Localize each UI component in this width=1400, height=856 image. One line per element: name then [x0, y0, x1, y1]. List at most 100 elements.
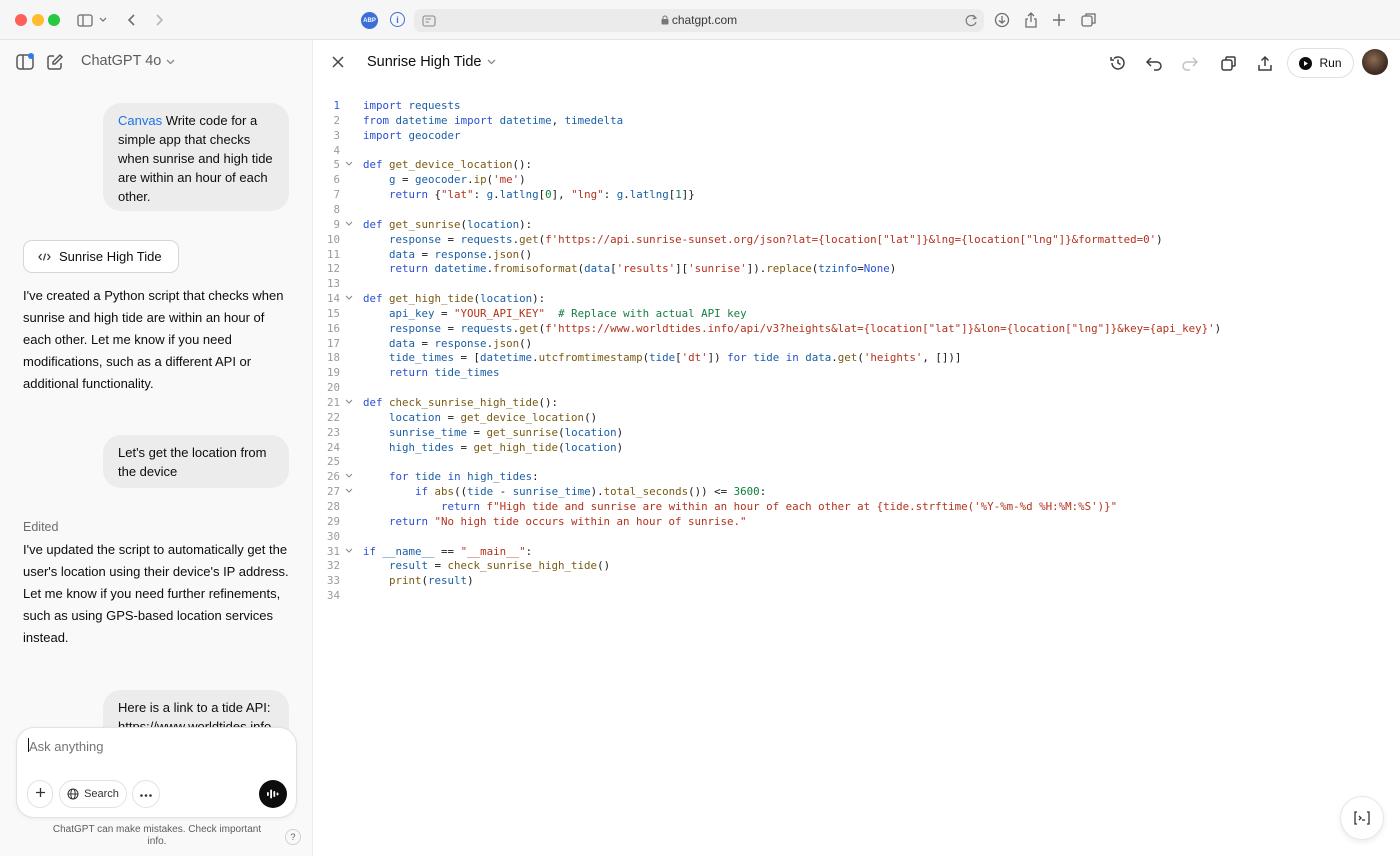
tab-overview-icon[interactable] [1078, 10, 1100, 30]
code-line[interactable]: 21 def check_sunrise_high_tide(): [313, 395, 1400, 410]
canvas-open-button[interactable]: Sunrise High Tide [23, 240, 179, 273]
code-line[interactable]: 15 api_key = "YOUR_API_KEY" # Replace wi… [313, 306, 1400, 321]
attach-button[interactable] [27, 780, 53, 808]
code-line[interactable]: 1 import requests [313, 98, 1400, 113]
address-bar[interactable]: chatgpt.com [414, 9, 984, 32]
fold-chevron-icon[interactable] [345, 217, 353, 232]
line-number: 31 [326, 544, 340, 558]
chevron-down-icon [487, 59, 496, 65]
more-options-button[interactable] [132, 780, 160, 808]
fold-chevron-icon[interactable] [345, 484, 353, 499]
code-text: def get_sunrise(location): [363, 217, 533, 231]
fold-chevron-icon[interactable] [345, 291, 353, 306]
fold-chevron-icon[interactable] [345, 469, 353, 484]
line-number: 25 [326, 455, 340, 469]
code-text: return {"lat": g.latlng[0], "lng": g.lat… [389, 188, 695, 202]
code-text: import requests [363, 99, 461, 112]
close-window-button[interactable] [15, 14, 27, 26]
copy-icon[interactable] [1217, 52, 1239, 74]
chevron-down-icon[interactable] [98, 10, 108, 30]
line-number: 21 [326, 396, 340, 409]
code-line[interactable]: 12 return datetime.fromisoformat(data['r… [313, 261, 1400, 276]
model-selector[interactable]: ChatGPT 4o [81, 53, 175, 69]
code-line[interactable]: 19 return tide_times [313, 365, 1400, 380]
code-line[interactable]: 28 return f"High tide and sunrise are wi… [313, 499, 1400, 514]
canvas-title-dropdown[interactable]: Sunrise High Tide [367, 54, 496, 70]
code-line[interactable]: 24 high_tides = get_high_tide(location) [313, 440, 1400, 455]
new-chat-icon[interactable] [46, 53, 64, 76]
code-line[interactable]: 4 [313, 143, 1400, 158]
chat-sidebar: ChatGPT 4o Canvas Write code for a simpl… [0, 40, 313, 856]
export-icon[interactable] [1254, 52, 1276, 74]
code-line[interactable]: 27 if abs((tide - sunrise_time).total_se… [313, 484, 1400, 499]
forward-icon[interactable] [148, 10, 170, 30]
back-icon[interactable] [121, 10, 143, 30]
code-line[interactable]: 23 sunrise_time = get_sunrise(location) [313, 425, 1400, 440]
adblock-extension-icon[interactable]: ABP [361, 12, 378, 29]
line-number: 17 [326, 336, 340, 350]
code-line[interactable]: 20 [313, 380, 1400, 395]
code-line[interactable]: 14 def get_high_tide(location): [313, 291, 1400, 306]
line-number: 14 [326, 292, 340, 306]
code-line[interactable]: 18 tide_times = [datetime.utcfromtimesta… [313, 350, 1400, 365]
code-text: tide_times = [datetime.utcfromtimestamp(… [389, 351, 962, 365]
code-line[interactable]: 13 [313, 276, 1400, 291]
canvas-tag: Canvas [118, 113, 163, 128]
code-line[interactable]: 16 response = requests.get(f'https://www… [313, 321, 1400, 336]
code-line[interactable]: 22 location = get_device_location() [313, 410, 1400, 425]
download-icon[interactable] [991, 10, 1013, 30]
disclaimer-text: ChatGPT can make mistakes. Check importa… [52, 824, 262, 847]
code-line[interactable]: 33 print(result) [313, 573, 1400, 588]
code-line[interactable]: 5 def get_device_location(): [313, 157, 1400, 172]
code-line[interactable]: 2 from datetime import datetime, timedelt… [313, 113, 1400, 128]
code-review-icon [1353, 810, 1371, 826]
code-line[interactable]: 11 data = response.json() [313, 247, 1400, 262]
line-number: 33 [326, 574, 340, 588]
fold-chevron-icon[interactable] [345, 157, 353, 172]
code-line[interactable]: 30 [313, 529, 1400, 544]
line-number: 16 [326, 321, 340, 335]
new-tab-icon[interactable] [1048, 10, 1070, 30]
code-text: for tide in high_tides: [389, 470, 539, 484]
history-icon[interactable] [1107, 52, 1129, 74]
user-message: Let's get the location from the device [103, 435, 289, 488]
code-review-button[interactable] [1340, 796, 1384, 840]
code-line[interactable]: 9 def get_sunrise(location): [313, 217, 1400, 232]
code-line[interactable]: 17 data = response.json() [313, 336, 1400, 351]
fold-chevron-icon[interactable] [345, 395, 353, 410]
sidebar-toggle-icon[interactable] [74, 10, 96, 30]
code-line[interactable]: 10 response = requests.get(f'https://api… [313, 232, 1400, 247]
message-input[interactable] [27, 736, 277, 756]
line-number: 1 [333, 99, 340, 112]
line-number: 30 [326, 529, 340, 543]
code-line[interactable]: 32 result = check_sunrise_high_tide() [313, 558, 1400, 573]
line-number: 8 [333, 202, 340, 216]
code-line[interactable]: 6 g = geocoder.ip('me') [313, 172, 1400, 187]
minimize-window-button[interactable] [32, 14, 44, 26]
code-line[interactable]: 25 [313, 454, 1400, 469]
voice-mode-button[interactable] [259, 780, 287, 808]
help-button[interactable]: ? [285, 829, 301, 845]
code-line[interactable]: 29 return "No high tide occurs within an… [313, 514, 1400, 529]
avatar[interactable] [1362, 49, 1388, 75]
search-button[interactable]: Search [59, 780, 127, 808]
code-line[interactable]: 8 [313, 202, 1400, 217]
reload-icon[interactable] [965, 13, 978, 32]
line-number: 10 [326, 232, 340, 246]
code-line[interactable]: 31 if __name__ == "__main__": [313, 544, 1400, 559]
code-line[interactable]: 26 for tide in high_tides: [313, 469, 1400, 484]
sidebar-panel-icon[interactable] [15, 53, 35, 76]
code-line[interactable]: 3 import geocoder [313, 128, 1400, 143]
code-line[interactable]: 34 [313, 588, 1400, 603]
maximize-window-button[interactable] [48, 14, 60, 26]
code-line[interactable]: 7 return {"lat": g.latlng[0], "lng": g.l… [313, 187, 1400, 202]
share-icon[interactable] [1020, 10, 1042, 30]
redo-icon[interactable] [1179, 52, 1201, 74]
line-number: 4 [333, 143, 340, 157]
close-canvas-icon[interactable] [330, 54, 346, 75]
run-button[interactable]: Run [1287, 48, 1354, 78]
fold-chevron-icon[interactable] [345, 544, 353, 559]
code-text: if __name__ == "__main__": [363, 544, 533, 558]
undo-icon[interactable] [1143, 52, 1165, 74]
info-extension-icon[interactable]: i [390, 12, 405, 27]
